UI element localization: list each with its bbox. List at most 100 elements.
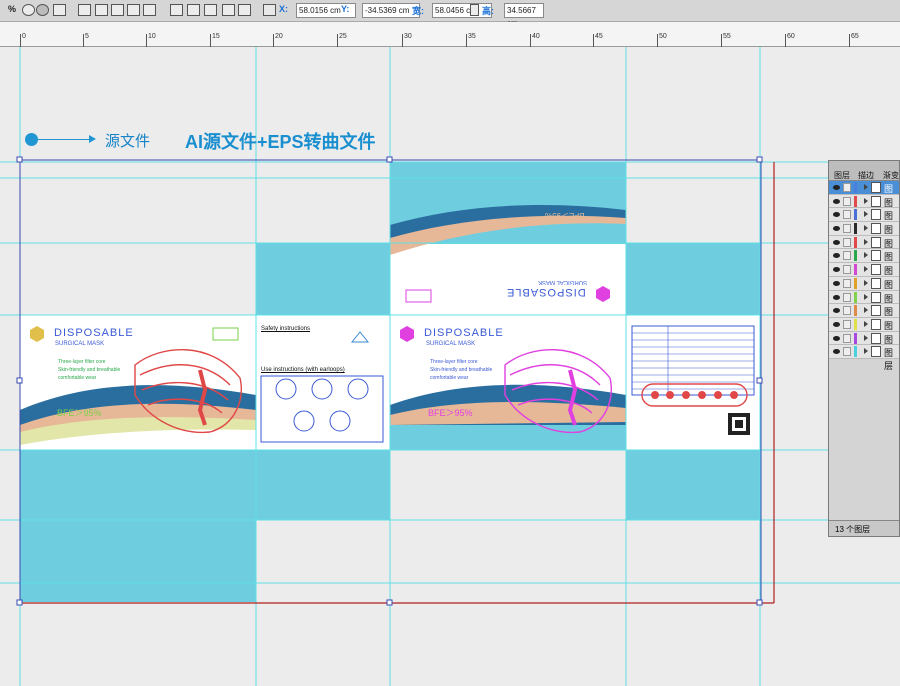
style-icon[interactable]	[22, 4, 35, 16]
lock-toggle-icon[interactable]	[843, 292, 851, 302]
lock-toggle-icon[interactable]	[843, 278, 851, 288]
eye-icon[interactable]	[833, 294, 840, 300]
layer-row[interactable]: 图层	[829, 181, 899, 207]
layer-color-swatch	[854, 305, 857, 317]
ruler-tick-label: 30	[404, 33, 412, 40]
layer-row[interactable]: 图层	[829, 331, 899, 358]
lock-toggle-icon[interactable]	[843, 333, 851, 343]
distribute-top-icon[interactable]	[170, 4, 183, 16]
distribute-right-icon[interactable]	[238, 4, 251, 16]
left-feature-3: comfortable wear	[58, 375, 97, 381]
layer-row[interactable]: 图层	[829, 276, 899, 303]
ruler-tick-label: 0	[22, 33, 26, 40]
layer-thumbnail	[871, 182, 881, 193]
y-label: Y:	[341, 4, 350, 14]
link-icon[interactable]	[470, 4, 479, 16]
eye-icon[interactable]	[833, 239, 840, 245]
eye-icon[interactable]	[833, 185, 840, 190]
eye-icon[interactable]	[833, 212, 840, 218]
align-center-icon[interactable]	[95, 4, 108, 16]
expand-arrow-icon[interactable]	[864, 225, 868, 232]
expand-arrow-icon[interactable]	[864, 252, 868, 259]
zoom-percent: %	[8, 4, 17, 14]
top-brand: DISPOSABLE	[506, 286, 586, 298]
left-bfe: BFE＞95%	[57, 408, 102, 418]
lock-toggle-icon[interactable]	[843, 196, 851, 206]
eye-icon[interactable]	[833, 308, 840, 314]
transform-grid-icon[interactable]	[53, 4, 66, 16]
w-label: 宽:	[412, 6, 424, 16]
layer-row[interactable]: 图层	[829, 304, 899, 330]
lock-toggle-icon[interactable]	[843, 265, 851, 275]
top-flap-left	[256, 243, 390, 315]
canvas[interactable]: DISPOSABLE SURGICAL MASK Three-layer fil…	[0, 47, 900, 686]
expand-arrow-icon[interactable]	[864, 307, 868, 314]
expand-arrow-icon[interactable]	[864, 348, 868, 355]
lock-toggle-icon[interactable]	[843, 251, 851, 261]
arrow-icon	[89, 135, 96, 143]
distribute-center-icon[interactable]	[187, 4, 200, 16]
ruler-tick-label: 55	[723, 33, 731, 40]
layer-row[interactable]: 图层	[829, 345, 899, 371]
eye-icon[interactable]	[833, 349, 840, 355]
distribute-left-icon[interactable]	[222, 4, 235, 16]
distribute-bottom-icon[interactable]	[204, 4, 217, 16]
ruler-tick	[721, 34, 722, 47]
expand-arrow-icon[interactable]	[864, 320, 868, 327]
layer-row[interactable]: 图层	[829, 263, 899, 289]
eye-icon[interactable]	[833, 321, 840, 327]
lock-toggle-icon[interactable]	[843, 347, 851, 357]
lock-toggle-icon[interactable]	[843, 306, 851, 316]
layer-thumbnail	[871, 236, 881, 248]
lock-toggle-icon[interactable]	[843, 237, 851, 247]
tab-layers[interactable]: 图层	[834, 170, 850, 181]
horizontal-ruler[interactable]: 0 5 10 15 20 25 30 35 40 45 50 55 60 65	[0, 22, 900, 47]
layer-row[interactable]: 图层	[829, 194, 899, 221]
lock-toggle-icon[interactable]	[843, 224, 851, 234]
use-title: Use instructions (with earloops)	[261, 367, 345, 373]
lock-toggle-icon[interactable]	[843, 319, 851, 329]
recolor-icon[interactable]	[36, 4, 49, 16]
tab-gradient[interactable]: 渐变	[883, 170, 899, 181]
expand-arrow-icon[interactable]	[864, 211, 868, 218]
lock-toggle-icon[interactable]	[843, 210, 851, 220]
expand-arrow-icon[interactable]	[864, 238, 868, 245]
align-middle-icon[interactable]	[143, 4, 156, 16]
align-right-icon[interactable]	[111, 4, 124, 16]
layer-row[interactable]: 图层	[829, 208, 899, 234]
layer-thumbnail	[871, 291, 881, 303]
expand-arrow-icon[interactable]	[864, 279, 868, 286]
layer-row[interactable]: 图层	[829, 290, 899, 317]
left-feature-2: Skin-friendly and breathable	[58, 367, 121, 373]
layer-row[interactable]: 图层	[829, 222, 899, 248]
eye-icon[interactable]	[833, 335, 840, 341]
eye-icon[interactable]	[833, 198, 840, 204]
eye-icon[interactable]	[833, 267, 840, 273]
layers-footer: 13 个图层	[829, 520, 899, 536]
tab-stroke[interactable]: 描边	[858, 170, 874, 181]
layer-row[interactable]: 图层	[829, 249, 899, 275]
eye-icon[interactable]	[833, 253, 840, 259]
align-top-icon[interactable]	[127, 4, 140, 16]
eye-icon[interactable]	[833, 226, 840, 232]
bottom-flap-left	[256, 450, 390, 520]
eye-icon[interactable]	[833, 280, 840, 286]
align-left-icon[interactable]	[78, 4, 91, 16]
expand-arrow-icon[interactable]	[864, 334, 868, 341]
expand-arrow-icon[interactable]	[864, 184, 868, 190]
expand-arrow-icon[interactable]	[864, 197, 868, 204]
layer-row[interactable]: 图层	[829, 317, 899, 344]
layer-color-swatch	[854, 277, 857, 289]
h-field[interactable]: 34.5667 cm	[504, 3, 544, 28]
ruler-tick	[83, 34, 84, 47]
expand-arrow-icon[interactable]	[864, 293, 868, 300]
layer-row[interactable]: 图层	[829, 235, 899, 262]
instructions-face	[256, 315, 390, 450]
reference-point-icon[interactable]	[263, 4, 276, 16]
layer-color-swatch	[854, 182, 857, 193]
lock-toggle-icon[interactable]	[843, 183, 851, 192]
left-brand: DISPOSABLE	[54, 327, 134, 339]
safety-title: Safety instructions	[261, 326, 311, 332]
layer-color-swatch	[854, 236, 857, 248]
expand-arrow-icon[interactable]	[864, 266, 868, 273]
